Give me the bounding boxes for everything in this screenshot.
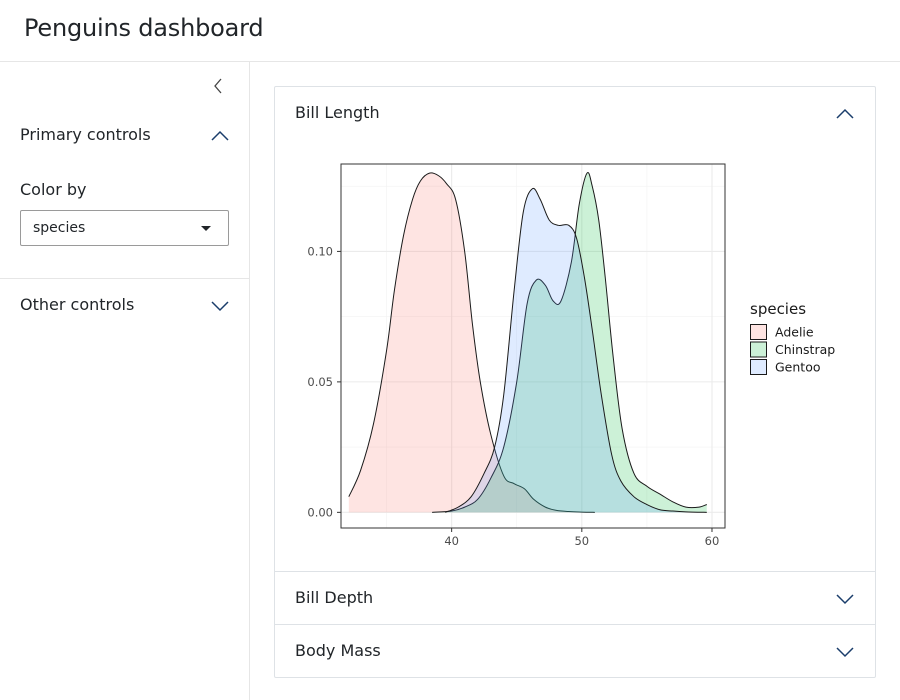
primary-controls-label: Primary controls: [20, 125, 151, 144]
chevron-left-icon: [214, 78, 222, 94]
legend-key-gentoo: [750, 359, 767, 375]
x-tick-label: 50: [574, 534, 589, 548]
color-by-value: species: [33, 220, 86, 236]
chevron-down-icon: [211, 301, 229, 312]
sidebar-collapse-button[interactable]: [208, 76, 228, 96]
caret-down-icon: [201, 226, 211, 231]
sidebar-divider: [0, 278, 249, 279]
other-controls-toggle[interactable]: Other controls: [20, 292, 230, 320]
x-tick-label: 40: [444, 534, 459, 548]
app-header: Penguins dashboard: [0, 0, 900, 62]
accordion: Bill Length 40 50 60 0.00 0.05 0.10 species Ad…: [274, 86, 876, 678]
legend-key-adelie: [750, 324, 767, 340]
y-tick-label: 0.05: [307, 375, 333, 389]
chevron-up-icon: [836, 108, 854, 119]
panel-bill-length-header[interactable]: Bill Length: [275, 87, 875, 139]
y-tick-label: 0.00: [307, 505, 333, 519]
panel-body-mass-header[interactable]: Body Mass: [275, 625, 875, 677]
bill-length-density-plot: 40 50 60 0.00 0.05 0.10 species Adelie Chinstra…: [275, 139, 875, 571]
legend-label-chinstrap: Chinstrap: [775, 342, 835, 357]
legend-key-chinstrap: [750, 341, 767, 358]
panel-bill-depth-header[interactable]: Bill Depth: [275, 572, 875, 624]
x-tick-label: 60: [705, 534, 720, 548]
legend-label-adelie: Adelie: [775, 325, 814, 340]
panel-bill-length-title: Bill Length: [295, 103, 380, 122]
sidebar: Primary controls Color by species Other …: [0, 62, 250, 700]
panel-bill-depth-title: Bill Depth: [295, 588, 374, 607]
other-controls-label: Other controls: [20, 295, 135, 314]
color-by-select[interactable]: species: [20, 210, 229, 246]
page-title: Penguins dashboard: [24, 14, 264, 42]
chevron-down-icon: [836, 647, 854, 658]
legend-title: species: [750, 300, 806, 318]
chevron-down-icon: [836, 594, 854, 605]
legend: species Adelie Chinstrap Gentoo: [750, 300, 835, 375]
color-by-label: Color by: [20, 180, 87, 199]
legend-label-gentoo: Gentoo: [775, 360, 821, 375]
y-tick-label: 0.10: [307, 244, 333, 258]
panel-body-mass-title: Body Mass: [295, 641, 381, 660]
chevron-up-icon: [211, 130, 229, 141]
density-chart: 40 50 60 0.00 0.05 0.10 species Adelie Chinstra…: [307, 163, 835, 548]
primary-controls-toggle[interactable]: Primary controls: [20, 122, 230, 150]
